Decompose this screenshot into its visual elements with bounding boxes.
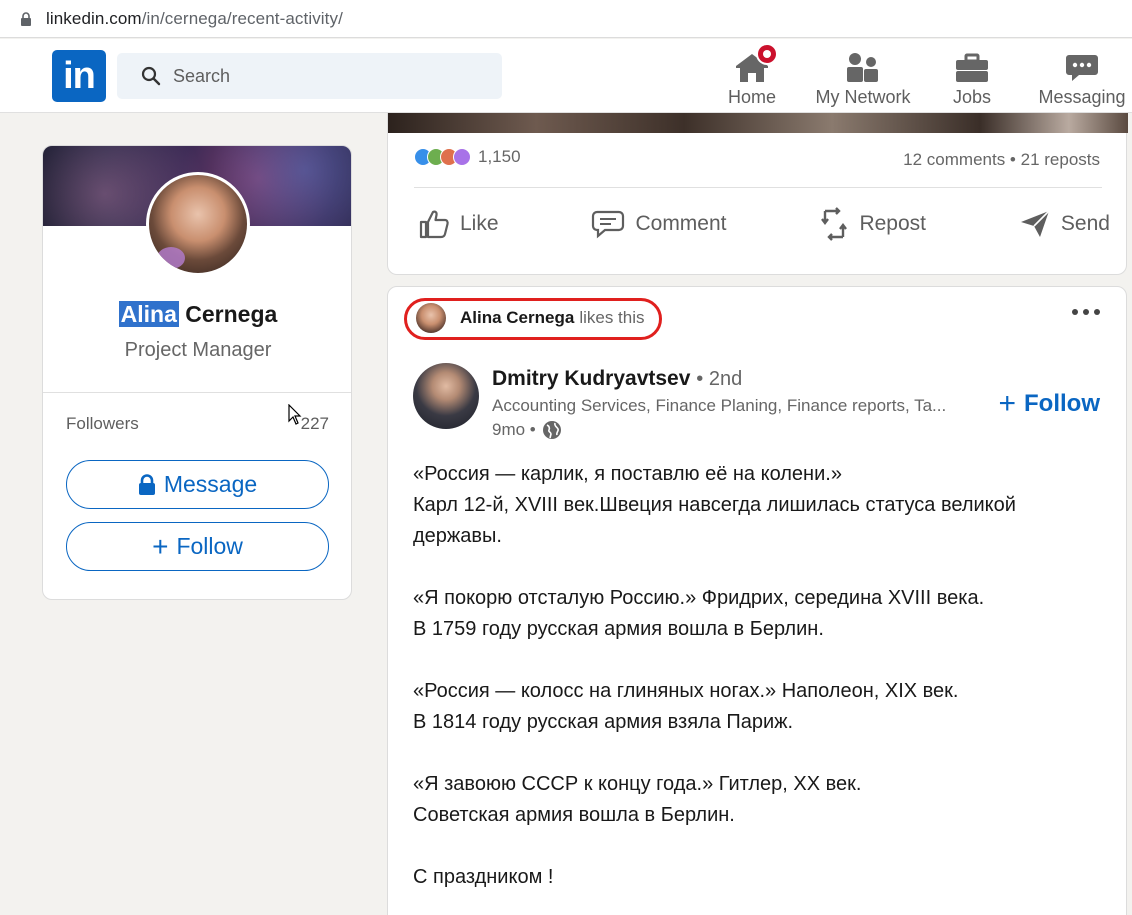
plus-icon: + bbox=[152, 530, 169, 562]
like-button[interactable]: Like bbox=[414, 207, 503, 241]
post-line: Советская армия вошла в Берлин. bbox=[413, 804, 735, 826]
profile-last-name: Cernega bbox=[185, 301, 278, 327]
liked-suffix: likes this bbox=[579, 308, 645, 327]
followers-label: Followers bbox=[66, 414, 139, 433]
nav-jobs[interactable]: Jobs bbox=[944, 47, 1000, 108]
network-icon bbox=[845, 47, 881, 83]
globe-icon bbox=[542, 421, 561, 439]
nav-my-network-label: My Network bbox=[815, 87, 911, 107]
like-label: Like bbox=[460, 212, 499, 235]
profile-title: Project Manager bbox=[124, 339, 272, 361]
search-box[interactable] bbox=[117, 53, 502, 99]
send-button[interactable]: Send bbox=[1015, 207, 1114, 241]
liker-name[interactable]: Alina Cernega bbox=[460, 308, 574, 328]
more-options-icon[interactable] bbox=[1072, 309, 1100, 315]
post-line-blank bbox=[413, 831, 1103, 862]
lock-icon bbox=[138, 473, 155, 495]
linkedin-logo[interactable]: in bbox=[52, 50, 106, 102]
liked-by-header[interactable]: Alina Cernega likes this bbox=[404, 298, 662, 340]
profile-first-name: Alina bbox=[118, 301, 179, 327]
mouse-cursor-icon bbox=[288, 403, 302, 431]
nav-home[interactable]: Home bbox=[724, 43, 780, 108]
profile-card: Alina Cernega Project Manager Followers … bbox=[42, 145, 352, 600]
messaging-icon bbox=[1065, 47, 1099, 83]
post-card: 1,150 12 comments • 21 reposts Like Comm… bbox=[387, 113, 1128, 275]
url-text[interactable]: linkedin.com/in/cernega/recent-activity/ bbox=[46, 9, 343, 29]
comment-icon bbox=[592, 210, 625, 239]
post-body: «Россия — карлик, я поставлю её на колен… bbox=[413, 459, 1103, 893]
nav-jobs-label: Jobs bbox=[952, 87, 992, 107]
comment-label: Comment bbox=[635, 212, 727, 235]
search-icon bbox=[141, 66, 161, 86]
comment-button[interactable]: Comment bbox=[587, 207, 730, 241]
connection-degree: • 2nd bbox=[696, 368, 743, 390]
post-line-blank bbox=[413, 552, 1103, 583]
post-line-blank bbox=[413, 645, 1103, 676]
followers-count: 227 bbox=[300, 414, 329, 433]
profile-avatar[interactable] bbox=[146, 172, 250, 276]
engagement-summary[interactable]: 12 comments • 21 reposts bbox=[903, 150, 1100, 170]
briefcase-icon bbox=[954, 47, 990, 83]
post-actions: Like Comment Repost Send bbox=[414, 207, 1114, 241]
url-host: linkedin.com bbox=[46, 8, 142, 28]
insightful-reaction-icon bbox=[453, 148, 471, 166]
follow-author-button[interactable]: + Follow bbox=[998, 389, 1100, 419]
post-line: Карл 12-й, XVIII век.Швеция навсегда лиш… bbox=[413, 494, 1016, 547]
send-icon bbox=[1020, 210, 1050, 237]
divider bbox=[43, 392, 351, 393]
post-line: «Россия — карлик, я поставлю её на колен… bbox=[413, 463, 842, 485]
top-navigation: in Home My Network Jobs Messaging bbox=[0, 39, 1132, 113]
post-time: 9mo • bbox=[492, 420, 536, 439]
like-icon bbox=[419, 210, 449, 239]
send-label: Send bbox=[1060, 212, 1110, 235]
message-button[interactable]: Message bbox=[66, 460, 329, 509]
post-line: «Я завоюю СССР к концу года.» Гитлер, XX… bbox=[413, 773, 862, 795]
url-path: /in/cernega/recent-activity/ bbox=[141, 8, 343, 28]
nav-messaging[interactable]: Messaging bbox=[1032, 47, 1132, 108]
author-name: Dmitry Kudryavtsev bbox=[492, 367, 691, 390]
liker-avatar[interactable] bbox=[416, 303, 446, 333]
post-card: Alina Cernega likes this Dmitry Kudryavt… bbox=[387, 286, 1127, 915]
home-icon bbox=[732, 43, 778, 83]
author-headline: Accounting Services, Finance Planing, Fi… bbox=[492, 396, 947, 415]
message-button-label: Message bbox=[163, 471, 258, 497]
post-timestamp: 9mo • bbox=[492, 420, 562, 440]
follow-button-label: Follow bbox=[176, 533, 243, 559]
follow-button[interactable]: + Follow bbox=[66, 522, 329, 571]
post-line: В 1759 году русская армия вошла в Берлин… bbox=[413, 618, 824, 640]
post-image[interactable] bbox=[388, 113, 1128, 133]
author-name-row[interactable]: Dmitry Kudryavtsev • 2nd bbox=[492, 367, 742, 391]
post-line: «Я покорю отсталую Россию.» Фридрих, сер… bbox=[413, 587, 985, 609]
post-line: «Россия — колосс на глиняных ногах.» Нап… bbox=[413, 680, 959, 702]
follow-author-label: Follow bbox=[1024, 390, 1100, 417]
profile-name[interactable]: Alina Cernega bbox=[43, 301, 351, 328]
search-input[interactable] bbox=[173, 65, 473, 87]
repost-button[interactable]: Repost bbox=[815, 207, 930, 241]
nav-home-label: Home bbox=[727, 87, 776, 107]
repost-icon bbox=[821, 207, 848, 241]
notification-badge bbox=[756, 43, 778, 65]
reaction-count: 1,150 bbox=[478, 147, 521, 166]
divider bbox=[414, 187, 1102, 188]
nav-messaging-label: Messaging bbox=[1038, 87, 1126, 107]
browser-address-bar[interactable]: linkedin.com/in/cernega/recent-activity/ bbox=[0, 0, 1132, 38]
post-line-blank bbox=[413, 738, 1103, 769]
repost-label: Repost bbox=[859, 212, 926, 235]
post-line: В 1814 году русская армия взяла Париж. bbox=[413, 711, 794, 733]
author-avatar[interactable] bbox=[413, 363, 479, 429]
plus-icon: + bbox=[998, 387, 1017, 420]
nav-my-network[interactable]: My Network bbox=[808, 47, 918, 108]
post-line: С праздником ! bbox=[413, 866, 554, 888]
reactions-summary[interactable]: 1,150 bbox=[414, 147, 521, 167]
lock-icon bbox=[20, 11, 34, 26]
